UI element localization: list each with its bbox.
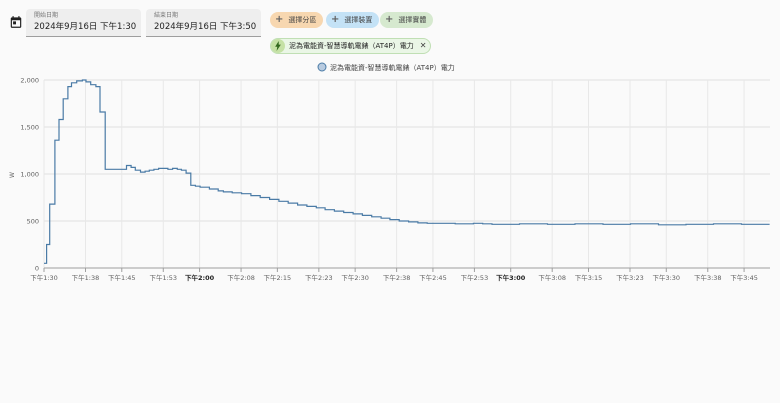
- add-device-label: 選擇裝置: [344, 16, 373, 24]
- x-tick-label: 下午3:15: [575, 273, 603, 282]
- x-axis: 下午1:30 下午1:38 下午1:45 下午1:53 下午2:00 下午2:08 下午2:…: [30, 267, 770, 282]
- history-chart: 泥為電能資-智慧導軌電錶（AT4P）電力 0 500 1,000 1,500 2,000…: [9, 62, 770, 282]
- legend-label: 泥為電能資-智慧導軌電錶（AT4P）電力: [330, 63, 455, 72]
- x-tick-label: 下午3:00: [496, 273, 526, 282]
- flash-icon: [271, 39, 285, 53]
- selected-entity-chip[interactable]: 泥為電能資-智慧導軌電錶（AT4P）電力 ✕: [270, 38, 432, 54]
- start-date-value: 2024年9月16日 下午1:30: [34, 22, 137, 32]
- add-device-chip[interactable]: + 選擇裝置: [326, 12, 380, 28]
- add-area-chip[interactable]: + 選擇分區: [270, 12, 324, 28]
- x-tick-label: 下午2:53: [461, 273, 489, 282]
- x-tick-label: 下午3:45: [730, 273, 758, 282]
- x-tick-label: 下午2:38: [383, 273, 411, 282]
- start-date-field[interactable]: 開始日期 2024年9月16日 下午1:30: [26, 9, 141, 37]
- close-icon[interactable]: ✕: [420, 39, 427, 53]
- x-tick-label: 下午2:08: [227, 273, 255, 282]
- calendar-icon[interactable]: [9, 15, 23, 29]
- y-axis: 0 500 1,000 1,500 2,000: [20, 77, 39, 273]
- y-tick-label: 1,000: [20, 171, 39, 179]
- plus-icon: +: [331, 14, 340, 25]
- x-tick-label: 下午3:30: [652, 273, 680, 282]
- y-axis-label: W: [9, 172, 16, 178]
- x-tick-label: 下午1:53: [149, 273, 177, 282]
- x-tick-label: 下午2:45: [419, 273, 447, 282]
- power-series-line[interactable]: [44, 79, 770, 264]
- y-tick-label: 2,000: [20, 77, 39, 85]
- plus-icon: +: [385, 14, 394, 25]
- legend-swatch: [317, 62, 327, 72]
- selected-entity-label: 泥為電能資-智慧導軌電錶（AT4P）電力: [289, 42, 414, 50]
- plus-icon: +: [275, 14, 284, 25]
- end-date-label: 結束日期: [154, 12, 179, 19]
- x-tick-label: 下午2:15: [264, 273, 292, 282]
- end-date-field[interactable]: 結束日期 2024年9月16日 下午3:50: [146, 9, 261, 37]
- x-tick-label: 下午3:38: [694, 273, 722, 282]
- end-date-value: 2024年9月16日 下午3:50: [154, 22, 257, 32]
- add-entity-chip[interactable]: + 選擇實體: [380, 12, 434, 28]
- x-tick-label: 下午3:23: [616, 273, 644, 282]
- chart-grid: [43, 79, 770, 269]
- add-entity-label: 選擇實體: [398, 16, 427, 24]
- x-tick-label: 下午1:38: [72, 273, 100, 282]
- x-tick-label: 下午1:45: [108, 273, 136, 282]
- y-tick-label: 500: [27, 218, 39, 226]
- chart-legend[interactable]: 泥為電能資-智慧導軌電錶（AT4P）電力: [317, 62, 455, 72]
- x-tick-label: 下午2:00: [185, 273, 215, 282]
- add-area-label: 選擇分區: [288, 16, 317, 24]
- y-tick-label: 1,500: [20, 124, 39, 132]
- x-tick-label: 下午2:23: [305, 273, 333, 282]
- y-tick-label: 0: [35, 265, 39, 273]
- x-tick-label: 下午1:30: [30, 273, 58, 282]
- start-date-label: 開始日期: [34, 12, 59, 19]
- x-tick-label: 下午2:30: [341, 273, 369, 282]
- x-tick-label: 下午3:08: [538, 273, 566, 282]
